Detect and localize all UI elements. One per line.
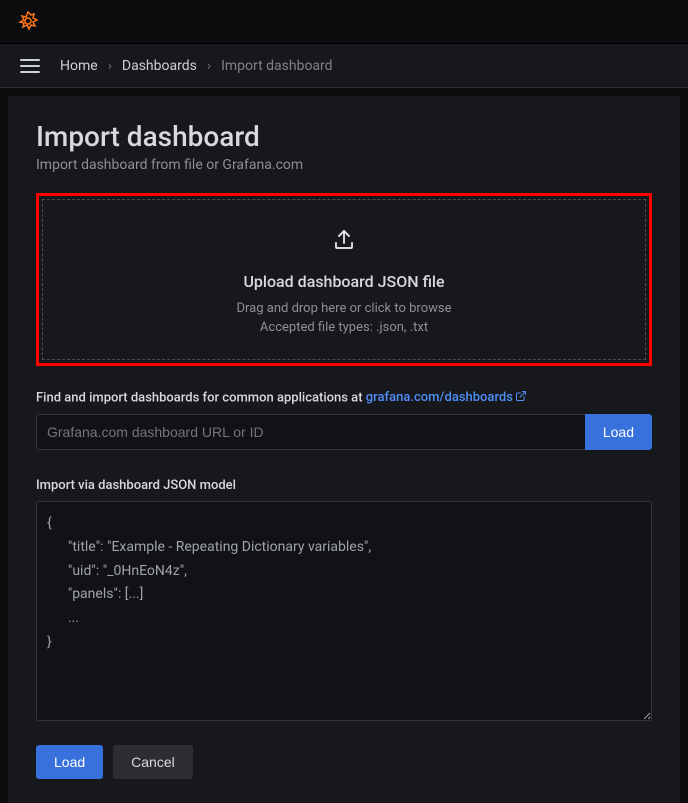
grafana-logo-icon[interactable] [16, 10, 40, 34]
action-row: Load Cancel [36, 745, 652, 779]
upload-hint: Drag and drop here or click to browse [63, 301, 625, 316]
hamburger-menu-icon[interactable] [16, 55, 48, 77]
load-url-button[interactable]: Load [585, 414, 652, 450]
upload-icon [332, 228, 356, 256]
page-title: Import dashboard [36, 120, 652, 153]
grafana-section-label: Find and import dashboards for common ap… [36, 390, 652, 406]
upload-dropzone[interactable]: Upload dashboard JSON file Drag and drop… [42, 199, 646, 360]
json-model-textarea[interactable] [36, 501, 652, 721]
chevron-right-icon: › [108, 58, 112, 74]
breadcrumb-current: Import dashboard [221, 58, 333, 74]
grafana-label-prefix: Find and import dashboards for common ap… [36, 390, 366, 405]
breadcrumb-dashboards[interactable]: Dashboards [122, 58, 197, 74]
grafana-url-input[interactable] [36, 414, 585, 450]
json-model-section: Import via dashboard JSON model [36, 478, 652, 725]
grafana-url-input-row: Load [36, 414, 652, 450]
app-header [0, 0, 688, 44]
breadcrumb: Home › Dashboards › Import dashboard [60, 58, 333, 74]
cancel-button[interactable]: Cancel [113, 745, 193, 779]
page-subtitle: Import dashboard from file or Grafana.co… [36, 157, 652, 173]
load-button[interactable]: Load [36, 745, 103, 779]
upload-filetypes: Accepted file types: .json, .txt [63, 320, 625, 335]
nav-bar: Home › Dashboards › Import dashboard [0, 44, 688, 88]
upload-title: Upload dashboard JSON file [63, 272, 625, 291]
external-link-icon [515, 390, 527, 406]
grafana-dashboards-link[interactable]: grafana.com/dashboards [366, 390, 527, 405]
chevron-right-icon: › [207, 58, 211, 74]
main-content: Import dashboard Import dashboard from f… [8, 96, 680, 803]
json-section-label: Import via dashboard JSON model [36, 478, 652, 493]
upload-zone-highlight: Upload dashboard JSON file Drag and drop… [36, 193, 652, 366]
breadcrumb-home[interactable]: Home [60, 58, 98, 74]
